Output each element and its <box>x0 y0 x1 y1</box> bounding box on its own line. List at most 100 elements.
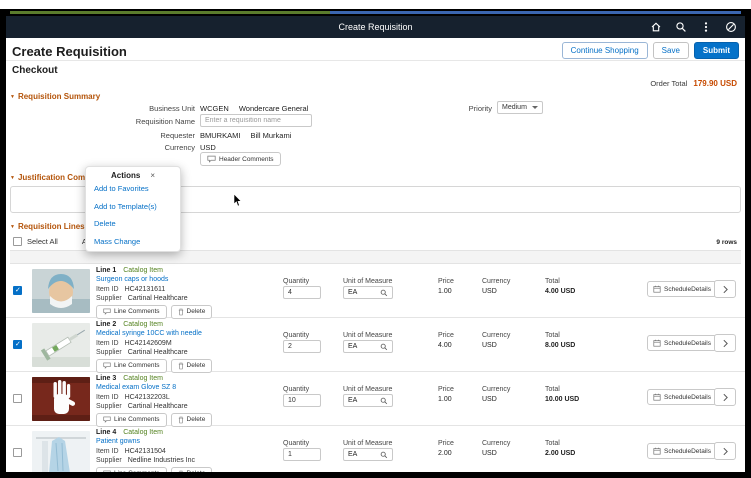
page-content: Create Requisition Continue Shopping Sav… <box>6 38 745 472</box>
item-id-label: Item ID <box>96 285 119 293</box>
line-select-checkbox[interactable] <box>13 394 22 403</box>
menu-item-mass-change[interactable]: Mass Change <box>94 237 172 246</box>
line-details-chevron-button[interactable] <box>714 442 736 460</box>
supplier-label: Supplier <box>96 349 122 356</box>
line-comments-button[interactable]: Line Comments <box>96 412 167 427</box>
top-strip-blue <box>330 11 741 14</box>
line-comments-button[interactable]: Line Comments <box>96 304 167 319</box>
delete-line-button[interactable]: Delete <box>170 466 213 472</box>
supplier-value: Nedline Industries Inc <box>127 457 196 464</box>
business-unit-value: WCGEN Wondercare General <box>200 104 308 113</box>
line-select-checkbox[interactable] <box>13 340 22 349</box>
menu-item-delete[interactable]: Delete <box>94 219 172 228</box>
uom-input[interactable]: EA <box>343 286 393 299</box>
price-value: 1.00 <box>438 396 452 403</box>
uom-input[interactable]: EA <box>343 340 393 353</box>
continue-shopping-button[interactable]: Continue Shopping <box>561 42 648 59</box>
uom-input[interactable]: EA <box>343 448 393 461</box>
total-value: 4.00 USD <box>545 288 576 295</box>
section-requisition-summary[interactable]: Requisition Summary <box>10 92 100 101</box>
chevron-right-icon <box>722 447 728 455</box>
uom-input[interactable]: EA <box>343 394 393 407</box>
uom-label: Unit of Measure <box>343 278 393 285</box>
menu-item-add-to-templates[interactable]: Add to Template(s) <box>94 202 172 211</box>
quantity-label: Quantity <box>283 440 310 447</box>
schedule-details-button[interactable]: ScheduleDetails <box>647 389 717 405</box>
uom-value: EA <box>348 289 358 296</box>
requester-label: Requester <box>160 131 195 140</box>
total-label: Total <box>545 386 560 393</box>
line-comments-label: Line Comments <box>114 308 160 315</box>
item-thumbnail-surgeon-caps <box>32 269 90 313</box>
business-unit-label: Business Unit <box>149 104 195 113</box>
item-thumbnail-glove <box>32 377 90 421</box>
calendar-icon <box>653 447 661 455</box>
calendar-icon <box>653 393 661 401</box>
line-details-chevron-button[interactable] <box>714 388 736 406</box>
navbar-compass-icon[interactable] <box>725 21 737 33</box>
uom-value: EA <box>348 343 358 350</box>
quantity-label: Quantity <box>283 278 310 285</box>
currency-value: USD <box>200 143 216 152</box>
requisition-name-input[interactable] <box>200 114 312 127</box>
line-comments-button[interactable]: Line Comments <box>96 358 167 373</box>
search-icon[interactable] <box>675 21 687 33</box>
line-currency-label: Currency <box>482 278 511 285</box>
item-description-link[interactable]: Medical exam Glove SZ 8 <box>96 384 281 391</box>
comment-icon <box>103 470 111 472</box>
select-all-checkbox[interactable] <box>13 237 22 246</box>
header-comments-button[interactable]: Header Comments <box>200 152 281 166</box>
quantity-input[interactable] <box>283 286 321 299</box>
quantity-input[interactable] <box>283 340 321 353</box>
quantity-input[interactable] <box>283 448 321 461</box>
home-icon[interactable] <box>650 21 662 33</box>
row-count: 9 rows <box>716 239 737 246</box>
lookup-magnifier-icon[interactable] <box>380 343 388 351</box>
submit-button[interactable]: Submit <box>693 42 739 59</box>
top-strip-green <box>10 11 330 14</box>
delete-line-button[interactable]: Delete <box>170 358 213 373</box>
line-number: Line 3 <box>96 375 117 382</box>
close-icon[interactable]: × <box>150 171 155 180</box>
schedule-details-label: ScheduleDetails <box>664 447 711 455</box>
comment-icon <box>103 416 111 423</box>
item-id-label: Item ID <box>96 393 119 401</box>
line-comments-button[interactable]: Line Comments <box>96 466 167 472</box>
schedule-details-button[interactable]: ScheduleDetails <box>647 335 717 351</box>
catalog-item-tag: Catalog Item <box>123 267 163 274</box>
delete-line-button[interactable]: Delete <box>170 304 213 319</box>
line-details-chevron-button[interactable] <box>714 280 736 298</box>
lookup-magnifier-icon[interactable] <box>380 397 388 405</box>
screenshot-root: Create Requisition Create Requisition Co… <box>0 0 751 478</box>
priority-select[interactable]: Medium <box>497 101 543 114</box>
schedule-details-button[interactable]: ScheduleDetails <box>647 443 717 459</box>
item-description-link[interactable]: Patient gowns <box>96 438 281 445</box>
lookup-magnifier-icon[interactable] <box>380 451 388 459</box>
catalog-item-tag: Catalog Item <box>123 429 163 436</box>
table-row: Line 3 Catalog Item Medical exam Glove SZ… <box>6 372 745 427</box>
item-description-link[interactable]: Medical syringe 10CC with needle <box>96 330 281 337</box>
line-select-checkbox[interactable] <box>13 448 22 457</box>
kebab-menu-icon[interactable] <box>700 21 712 33</box>
price-label: Price <box>438 440 454 447</box>
quantity-input[interactable] <box>283 394 321 407</box>
price-value: 2.00 <box>438 450 452 457</box>
line-select-checkbox[interactable] <box>13 286 22 295</box>
comment-icon <box>103 362 111 369</box>
price-value: 1.00 <box>438 288 452 295</box>
schedule-details-button[interactable]: ScheduleDetails <box>647 281 717 297</box>
line-details-chevron-button[interactable] <box>714 334 736 352</box>
item-description-link[interactable]: Surgeon caps or hoods <box>96 276 281 283</box>
schedule-details-label: ScheduleDetails <box>664 339 711 347</box>
save-button[interactable]: Save <box>652 42 689 59</box>
supplier-label: Supplier <box>96 457 122 464</box>
table-row: Line 2 Catalog Item Medical syringe 10CC … <box>6 318 745 373</box>
requisition-name-label: Requisition Name <box>135 117 195 126</box>
select-all-label: Select All <box>27 237 58 246</box>
menu-item-add-to-favorites[interactable]: Add to Favorites <box>94 184 172 193</box>
delete-line-button[interactable]: Delete <box>170 412 213 427</box>
lookup-magnifier-icon[interactable] <box>380 289 388 297</box>
chevron-right-icon <box>722 393 728 401</box>
item-id-value: HC42132203L <box>124 393 170 401</box>
quantity-label: Quantity <box>283 386 310 393</box>
